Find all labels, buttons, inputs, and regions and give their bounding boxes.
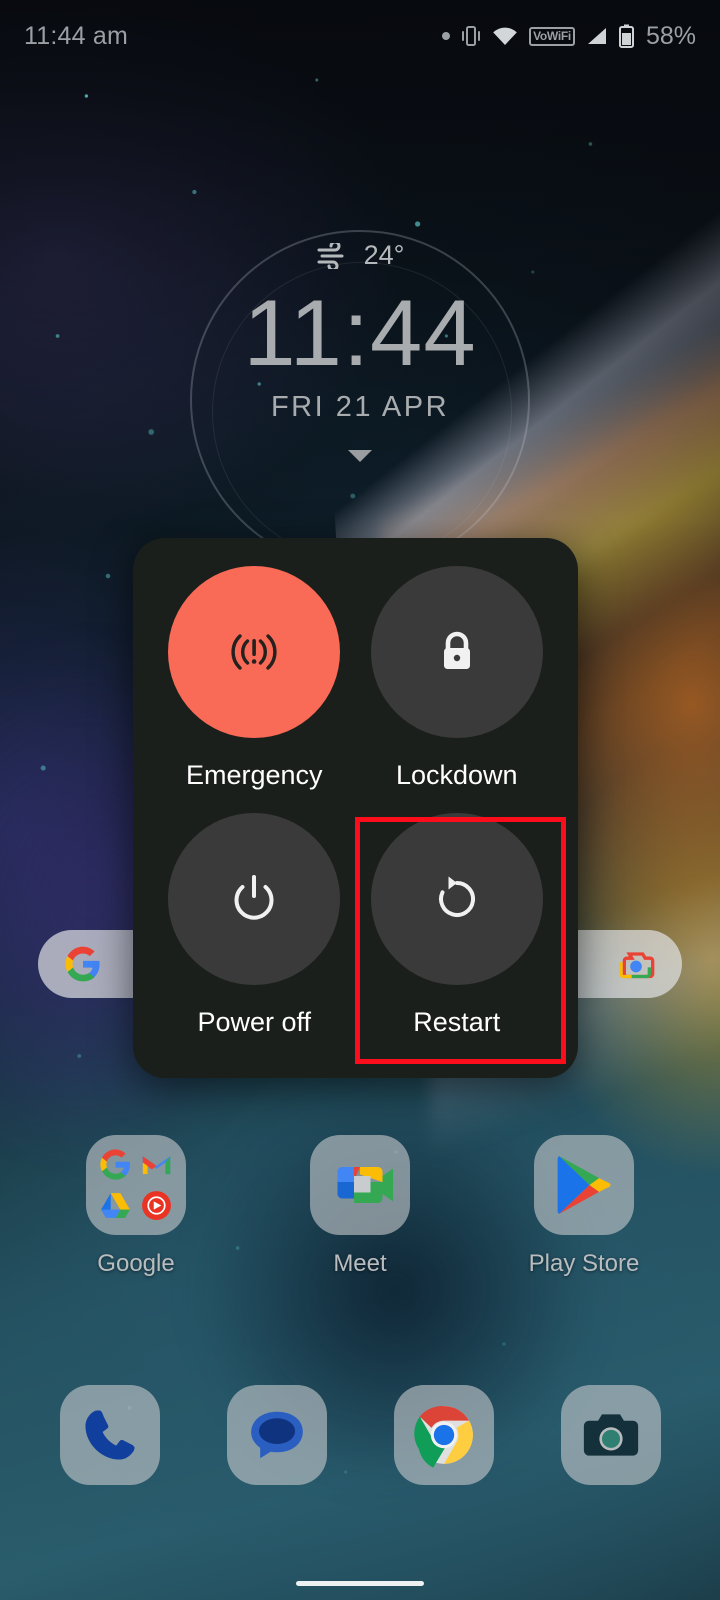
- google-meet-icon[interactable]: [310, 1135, 410, 1235]
- power-option-label: Lockdown: [395, 760, 518, 790]
- dock-icon-camera[interactable]: [527, 1385, 694, 1485]
- windy-icon: [317, 242, 344, 269]
- dock-icon-chrome[interactable]: [360, 1385, 527, 1485]
- wifi-icon: [493, 27, 517, 45]
- clock-time: 11:44: [243, 280, 477, 385]
- dock-icon-messages[interactable]: [193, 1385, 360, 1485]
- restart-icon: [438, 876, 475, 917]
- messages-icon[interactable]: [226, 1385, 327, 1485]
- camera-icon[interactable]: [560, 1385, 661, 1485]
- meet-glyph: [337, 1167, 393, 1203]
- signal-icon: [587, 28, 606, 44]
- status-bar: 11:44 am VoWiFi 58%: [0, 0, 720, 72]
- power-option-label: Power off: [197, 1007, 312, 1037]
- emergency-button[interactable]: [168, 566, 341, 738]
- weather-row[interactable]: 24°: [0, 240, 720, 271]
- chrome-icon[interactable]: [393, 1385, 494, 1485]
- power-menu-grid: Emergency Lockdown Power off Restart: [133, 538, 578, 1078]
- gmail-icon: [142, 1156, 170, 1175]
- notification-dot-icon: [442, 32, 451, 40]
- folder-preview-grid: [97, 1146, 175, 1224]
- lock-icon: [443, 631, 470, 669]
- phone-glyph: [84, 1410, 135, 1460]
- power-option-label: Restart: [413, 1007, 501, 1037]
- google-drive-icon: [101, 1192, 131, 1218]
- camera-glyph: [583, 1414, 638, 1456]
- app-icon-meet[interactable]: Meet: [248, 1135, 472, 1278]
- app-icon-play-store[interactable]: Play Store: [472, 1135, 696, 1278]
- app-label: Play Store: [528, 1250, 640, 1277]
- power-option-power-off[interactable]: Power off: [153, 813, 356, 1060]
- home-screen-app-row: Google Meet Play Store: [0, 1135, 720, 1278]
- play-store-glyph: [557, 1156, 611, 1214]
- emergency-broadcast-icon: [231, 634, 277, 670]
- power-option-restart[interactable]: Restart: [356, 813, 559, 1060]
- chrome-glyph: [413, 1406, 473, 1468]
- google-g-icon: [65, 946, 100, 982]
- messages-glyph: [250, 1411, 303, 1459]
- home-screen-dock: [0, 1385, 720, 1485]
- app-label: Google: [97, 1250, 175, 1277]
- dock-icon-phone[interactable]: [26, 1385, 193, 1485]
- google-g-icon: [100, 1149, 131, 1180]
- power-icon: [234, 875, 274, 920]
- chevron-down-icon[interactable]: [348, 449, 372, 462]
- clock-date: FRI 21 APR: [270, 390, 450, 423]
- vowifi-badge: VoWiFi: [529, 26, 575, 46]
- power-option-emergency[interactable]: Emergency: [153, 566, 356, 813]
- clock-widget[interactable]: 24° 11:44 FRI 21 APR: [0, 240, 720, 462]
- lockdown-button[interactable]: [370, 566, 543, 738]
- youtube-music-icon: [141, 1190, 171, 1220]
- power-off-button[interactable]: [168, 813, 341, 985]
- google-lens-icon[interactable]: [616, 944, 656, 984]
- power-menu-dialog: Emergency Lockdown Power off Restart: [133, 538, 578, 1078]
- status-bar-icons: VoWiFi 58%: [442, 22, 696, 51]
- app-icon-google-folder[interactable]: Google: [24, 1135, 248, 1278]
- google-play-store-icon[interactable]: [534, 1135, 634, 1235]
- power-option-lockdown[interactable]: Lockdown: [356, 566, 559, 813]
- status-bar-clock: 11:44 am: [24, 21, 128, 50]
- app-label: Meet: [333, 1250, 387, 1277]
- google-folder-icon[interactable]: [86, 1135, 186, 1235]
- battery-icon: [618, 24, 634, 48]
- vibrate-icon: [462, 26, 481, 46]
- home-gesture-bar[interactable]: [296, 1581, 424, 1586]
- power-option-label: Emergency: [185, 760, 323, 790]
- restart-button[interactable]: [370, 813, 543, 985]
- phone-icon[interactable]: [59, 1385, 160, 1485]
- battery-percentage: 58%: [645, 21, 696, 50]
- weather-temperature: 24°: [363, 240, 405, 270]
